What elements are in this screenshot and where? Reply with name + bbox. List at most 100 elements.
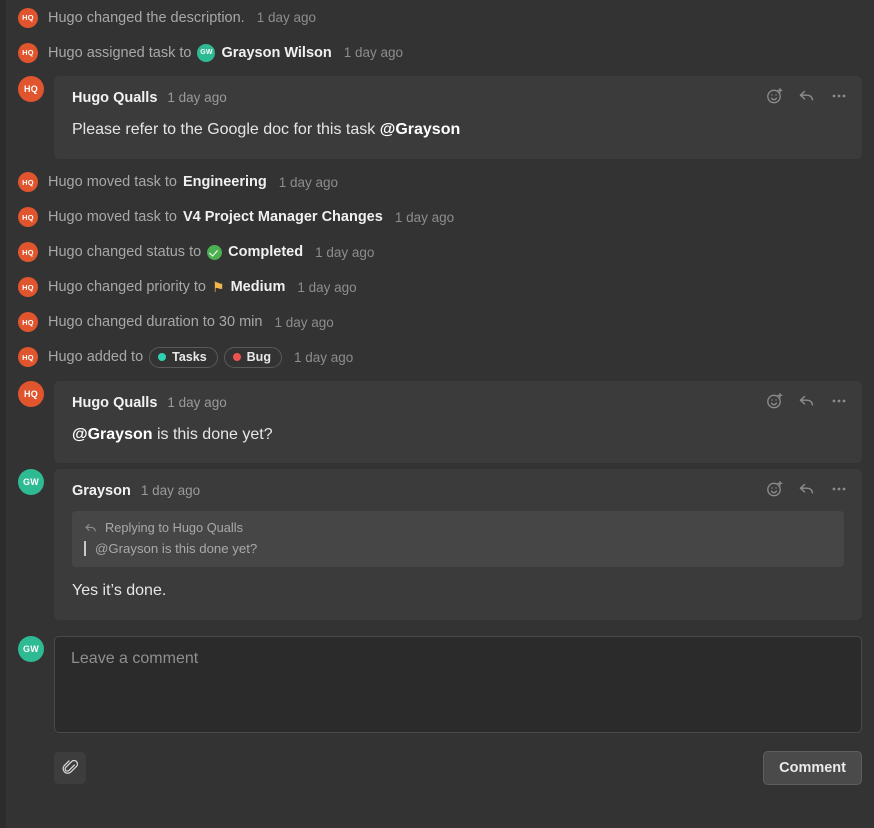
avatar: HQ [18, 207, 38, 228]
activity-timestamp: 1 day ago [297, 279, 357, 295]
quoted-reply: Replying to Hugo Qualls @Grayson is this… [72, 511, 844, 568]
activity-text: Hugo changed the description. 1 day ago [48, 10, 316, 26]
comment-author: Hugo Qualls [72, 90, 158, 106]
activity-feed-panel: HQ Hugo changed the description. 1 day a… [0, 0, 874, 828]
tag-label: Tasks [172, 350, 207, 365]
activity-row: HQ Hugo assigned task to GW Grayson Wils… [6, 35, 874, 70]
comment-body-text: Yes it’s done. [72, 582, 167, 600]
tag-chip-tasks[interactable]: Tasks [149, 346, 218, 368]
activity-label: Hugo added to [48, 349, 144, 366]
mention-chip[interactable]: @Grayson [380, 121, 461, 138]
attach-file-button[interactable] [54, 751, 86, 784]
reply-icon[interactable] [798, 87, 816, 105]
comment-item: HQ Hugo Qualls 1 day ago [6, 380, 874, 464]
activity-value[interactable]: Engineering [183, 174, 267, 190]
avatar: HQ [18, 7, 38, 28]
comment-timestamp: 1 day ago [167, 90, 227, 105]
quoted-reply-text: @Grayson is this done yet? [84, 541, 832, 557]
avatar: HQ [18, 42, 38, 63]
activity-text: Hugo moved task to V4 Project Manager Ch… [48, 209, 454, 225]
submit-comment-button[interactable]: Comment [763, 750, 862, 785]
activity-text: Hugo changed duration to 30 min 1 day ag… [48, 314, 334, 330]
add-reaction-icon[interactable] [766, 392, 784, 410]
add-reaction-icon[interactable] [766, 480, 784, 498]
status-value[interactable]: Completed [228, 244, 303, 260]
activity-label: Hugo changed duration to 30 min [48, 314, 263, 331]
avatar: HQ [18, 242, 38, 263]
tag-label: Bug [246, 350, 271, 365]
quoted-reply-header: Replying to Hugo Qualls [84, 520, 832, 535]
tag-dot [158, 353, 167, 362]
avatar: HQ [18, 277, 38, 298]
quoted-reply-label: Replying to Hugo Qualls [105, 520, 243, 536]
comment-item: GW Grayson 1 day ago Replying to Hugo Qu… [6, 469, 874, 620]
mention-chip[interactable]: @Grayson [72, 426, 153, 443]
avatar: GW [18, 635, 44, 662]
comment-header: Hugo Qualls 1 day ago [72, 395, 844, 411]
activity-label: Hugo changed status to [48, 244, 202, 261]
comment-card: Hugo Qualls 1 day ago [54, 76, 862, 159]
reply-icon[interactable] [798, 480, 816, 498]
assignee-name[interactable]: Grayson Wilson [221, 45, 331, 61]
add-reaction-icon[interactable] [766, 87, 784, 105]
more-options-icon[interactable] [830, 392, 848, 410]
activity-label: Hugo assigned task to [48, 44, 192, 61]
comment-author: Grayson [72, 483, 131, 500]
comment-header: Grayson 1 day ago [72, 483, 844, 499]
activity-label: Hugo changed priority to [48, 279, 206, 296]
avatar: HQ [18, 380, 44, 407]
activity-label: Hugo changed the description. [48, 9, 245, 26]
more-options-icon[interactable] [830, 480, 848, 498]
activity-row: HQ Hugo moved task to V4 Project Manager… [6, 200, 874, 235]
activity-text: Hugo added to Tasks Bug 1 day ago [48, 346, 354, 368]
comment-item: HQ Hugo Qualls 1 day ago [6, 76, 874, 159]
activity-row: HQ Hugo changed the description. 1 day a… [6, 0, 874, 35]
comment-composer: GW Comment [6, 635, 874, 785]
assignee-avatar: GW [197, 43, 216, 62]
comment-card: Grayson 1 day ago Replying to Hugo Quall… [54, 469, 862, 620]
composer-wrap: Comment [54, 635, 862, 785]
more-options-icon[interactable] [830, 87, 848, 105]
activity-timestamp: 1 day ago [274, 314, 334, 330]
activity-row: HQ Hugo moved task to Engineering 1 day … [6, 165, 874, 200]
activity-row: HQ Hugo changed duration to 30 min 1 day… [6, 305, 874, 340]
avatar: HQ [18, 347, 38, 368]
composer-toolbar: Comment [54, 750, 862, 785]
activity-text: Hugo changed status to Completed 1 day a… [48, 244, 374, 260]
avatar: HQ [18, 172, 38, 193]
comment-actions [766, 480, 848, 498]
activity-timestamp: 1 day ago [278, 174, 339, 190]
comment-input[interactable] [54, 635, 862, 733]
comment-actions [766, 392, 848, 410]
comment-timestamp: 1 day ago [140, 483, 201, 499]
activity-label: Hugo moved task to [48, 174, 177, 191]
activity-text: Hugo assigned task to GW Grayson Wilson … [48, 43, 404, 62]
flag-icon: ⚑ [212, 279, 225, 296]
comment-body: Yes it’s done. [72, 580, 844, 602]
comment-body-text: Please refer to the Google doc for this … [72, 121, 380, 138]
activity-timestamp: 1 day ago [394, 209, 455, 225]
comment-author: Hugo Qualls [72, 394, 158, 411]
activity-value[interactable]: V4 Project Manager Changes [183, 209, 383, 225]
status-completed-icon [207, 244, 223, 260]
avatar: GW [18, 469, 44, 496]
activity-timestamp: 1 day ago [256, 10, 317, 25]
activity-text: Hugo changed priority to ⚑ Medium 1 day … [48, 279, 357, 295]
reply-icon [85, 523, 96, 532]
activity-timestamp: 1 day ago [293, 349, 354, 365]
reply-icon[interactable] [798, 392, 816, 410]
comment-card: Hugo Qualls 1 day ago [54, 380, 862, 464]
comment-body: @Grayson is this done yet? [72, 424, 844, 446]
tag-chip-bug[interactable]: Bug [223, 346, 282, 368]
activity-timestamp: 1 day ago [315, 244, 375, 260]
activity-row: HQ Hugo added to Tasks Bug 1 day ago [6, 340, 874, 375]
priority-value[interactable]: Medium [231, 279, 286, 295]
activity-timestamp: 1 day ago [343, 45, 404, 60]
comment-body: Please refer to the Google doc for this … [72, 119, 844, 141]
activity-label: Hugo moved task to [48, 209, 177, 226]
comment-body-text-post: is this done yet? [152, 425, 273, 443]
tag-dot [232, 353, 241, 362]
activity-text: Hugo moved task to Engineering 1 day ago [48, 174, 338, 190]
comment-header: Hugo Qualls 1 day ago [72, 90, 844, 106]
avatar: HQ [18, 312, 38, 333]
